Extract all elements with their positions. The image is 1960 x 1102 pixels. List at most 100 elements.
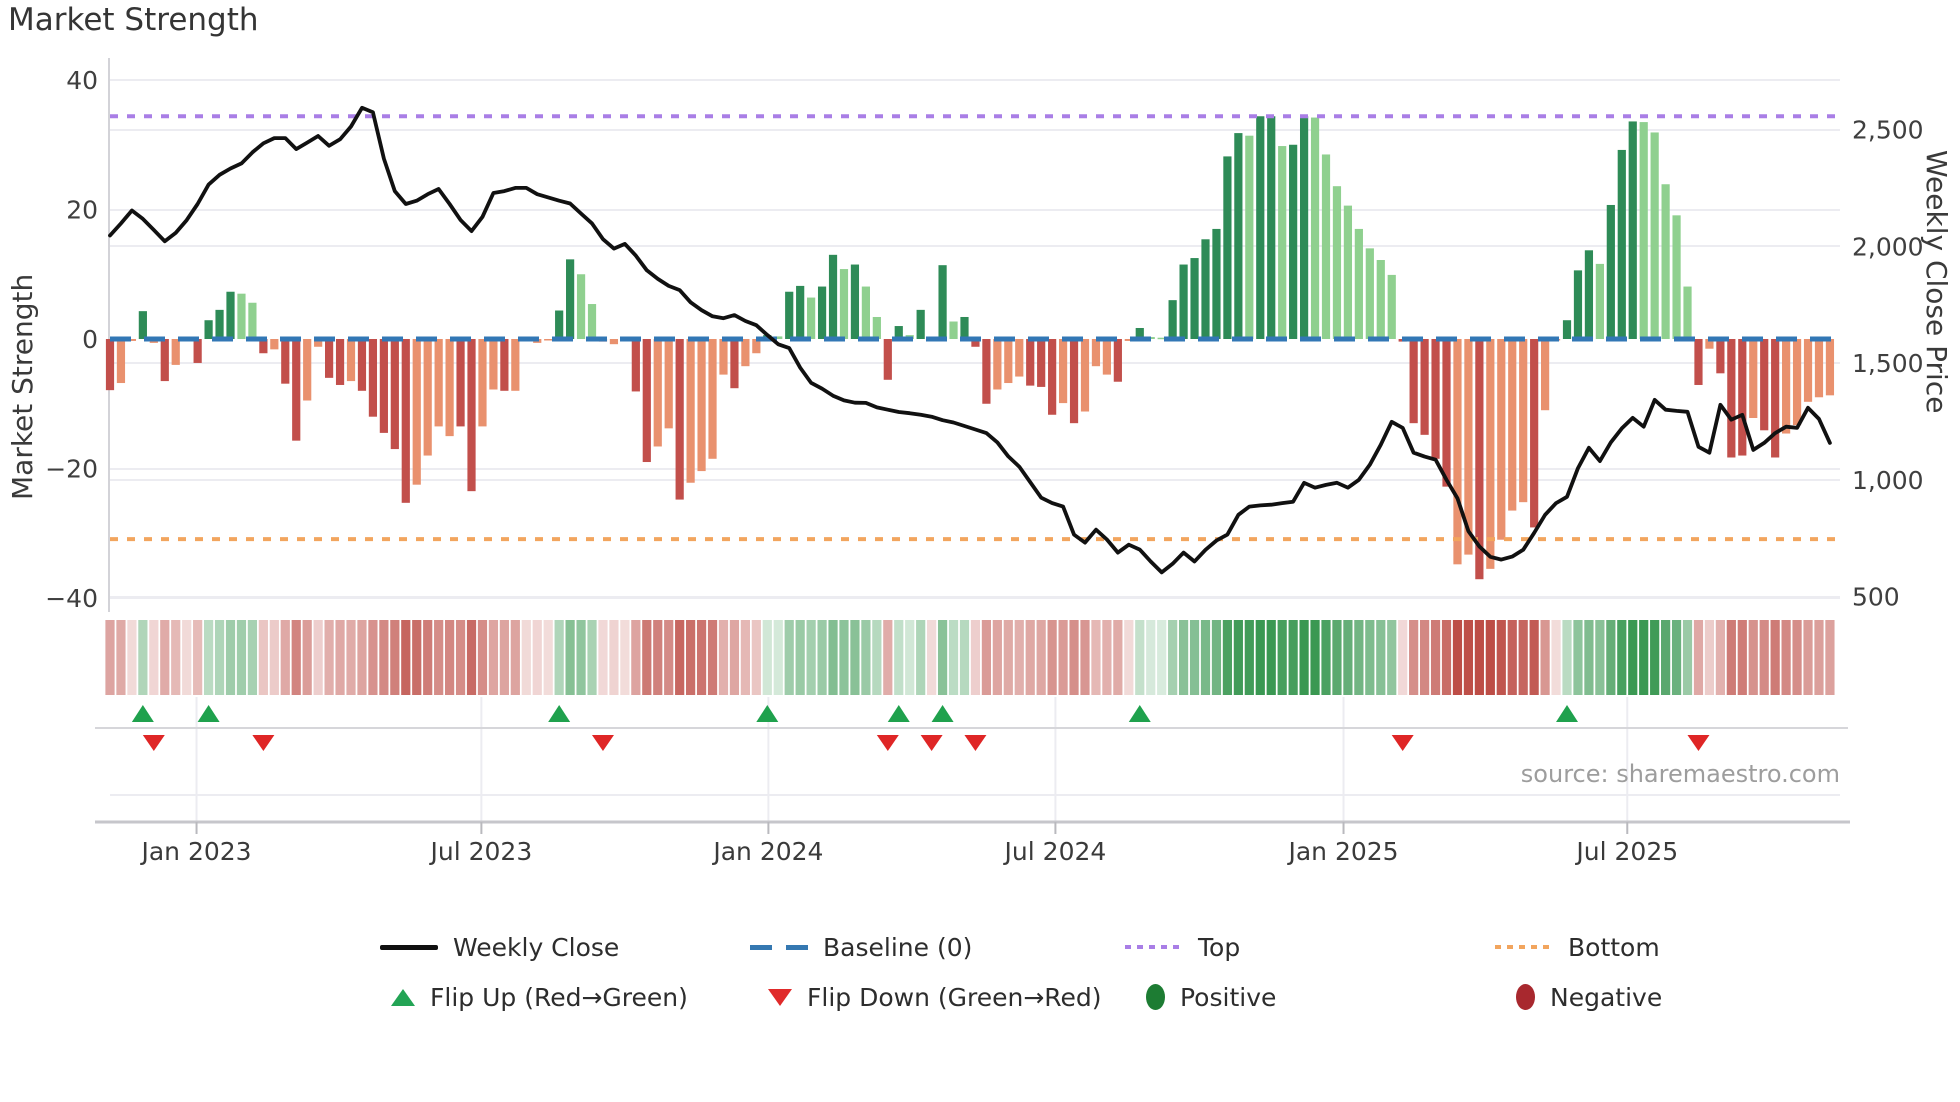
strength-bar <box>1037 339 1046 387</box>
flip-down-marker-icon <box>591 735 614 751</box>
strength-bar <box>1026 339 1035 386</box>
heatmap-cell <box>445 620 455 695</box>
x-tick-label: Jan 2023 <box>139 837 251 866</box>
heatmap-cell <box>1803 620 1813 695</box>
heatmap-cell <box>1496 620 1506 695</box>
x-tick-label: Jul 2023 <box>429 837 533 866</box>
heatmap-cell <box>1354 620 1364 695</box>
strength-bar <box>850 264 860 339</box>
heatmap-cell <box>171 620 181 695</box>
heatmap-cell <box>751 620 761 695</box>
strength-bar <box>335 339 345 385</box>
strength-bar <box>1321 154 1331 339</box>
flip-down-marker-icon <box>1391 735 1414 751</box>
heatmap-cell <box>686 620 696 695</box>
heatmap-cell <box>653 620 663 695</box>
heatmap-cell <box>291 620 301 695</box>
heatmap-cell <box>1244 620 1254 695</box>
strength-bar <box>1179 264 1188 339</box>
heatmap-cell <box>729 620 740 695</box>
strength-bar <box>872 316 881 339</box>
source-attribution: source: sharemaestro.com <box>1520 760 1840 788</box>
strength-bar <box>1332 186 1342 339</box>
strength-bar <box>916 309 925 339</box>
strength-bar <box>1562 320 1572 339</box>
heatmap-cell <box>1398 620 1408 695</box>
heatmap-cell <box>368 620 378 695</box>
heatmap-cell <box>565 620 575 695</box>
strength-bar <box>1102 339 1112 375</box>
heatmap-cell <box>390 620 400 695</box>
heatmap-cell <box>1343 620 1353 695</box>
strength-bar <box>445 339 454 437</box>
heatmap-cell <box>225 620 236 695</box>
heatmap-cell <box>1047 620 1057 695</box>
heatmap-cell <box>1726 620 1736 695</box>
y-left-tick-label: 20 <box>66 196 98 225</box>
heatmap-cell <box>532 620 542 695</box>
heatmap-cell <box>1617 620 1627 695</box>
strength-bar <box>1792 339 1802 426</box>
heatmap-cell <box>499 620 509 695</box>
heatmap-cell <box>324 620 334 695</box>
heatmap-cell <box>861 620 871 695</box>
heatmap-cell <box>1770 620 1780 695</box>
heatmap-cell <box>1387 620 1397 695</box>
strength-bar <box>1738 339 1747 456</box>
strength-bar <box>1420 339 1429 435</box>
heatmap-cell <box>1682 620 1693 695</box>
strength-bar <box>1782 339 1791 434</box>
flip-up-marker-icon <box>548 705 571 722</box>
heatmap-cell <box>379 620 389 695</box>
heatmap-cell <box>1650 620 1660 695</box>
heatmap-cell <box>927 620 937 695</box>
heatmap-cell <box>1671 620 1682 695</box>
strength-bar <box>1278 146 1287 339</box>
heatmap-cell <box>916 620 926 695</box>
heatmap-cell <box>193 620 203 695</box>
heatmap-cell <box>1628 620 1638 695</box>
heatmap-cell <box>401 620 411 695</box>
strength-bar <box>456 339 465 427</box>
x-tick-label: Jan 2024 <box>711 837 823 866</box>
y-right-tick-label: 2,000 <box>1852 232 1924 261</box>
strength-bar <box>489 339 498 390</box>
strength-bar <box>686 339 695 483</box>
strength-bar <box>1519 339 1528 503</box>
strength-bar <box>204 320 213 339</box>
heatmap-cell <box>1540 620 1550 695</box>
heatmap-cell <box>981 620 991 695</box>
heatmap-cell <box>1606 620 1616 695</box>
strength-bar <box>839 269 849 339</box>
heatmap-cell <box>773 620 783 695</box>
strength-bar <box>193 339 202 363</box>
heatmap-cell <box>1266 620 1276 695</box>
strength-bar <box>1453 339 1462 565</box>
heatmap-cell <box>1178 620 1189 695</box>
heatmap-cell <box>959 620 970 695</box>
strength-bar <box>390 339 399 450</box>
heatmap-cell <box>1003 620 1013 695</box>
heatmap-cell <box>1102 620 1112 695</box>
heatmap-cell <box>1693 620 1704 695</box>
heatmap-cell <box>1748 620 1758 695</box>
heatmap-cell <box>1255 620 1265 695</box>
strength-bar <box>1048 339 1057 415</box>
heatmap-cell <box>477 620 488 695</box>
strength-bar <box>1727 339 1736 458</box>
heatmap-cell <box>1091 620 1101 695</box>
page-title: Market Strength <box>8 2 259 38</box>
strength-bar <box>817 286 827 339</box>
strength-bar <box>993 339 1002 390</box>
heatmap-cell <box>1792 620 1802 695</box>
strength-bar <box>1760 339 1769 431</box>
heatmap-cell <box>1452 620 1463 695</box>
strength-bar <box>785 291 794 339</box>
heatmap-cell <box>587 620 597 695</box>
strength-bar <box>1201 239 1210 339</box>
strength-bar <box>281 339 290 384</box>
strength-bar <box>1387 274 1396 339</box>
strength-bar <box>1825 339 1835 396</box>
heatmap-cell <box>258 620 268 695</box>
strength-bar <box>653 339 662 447</box>
